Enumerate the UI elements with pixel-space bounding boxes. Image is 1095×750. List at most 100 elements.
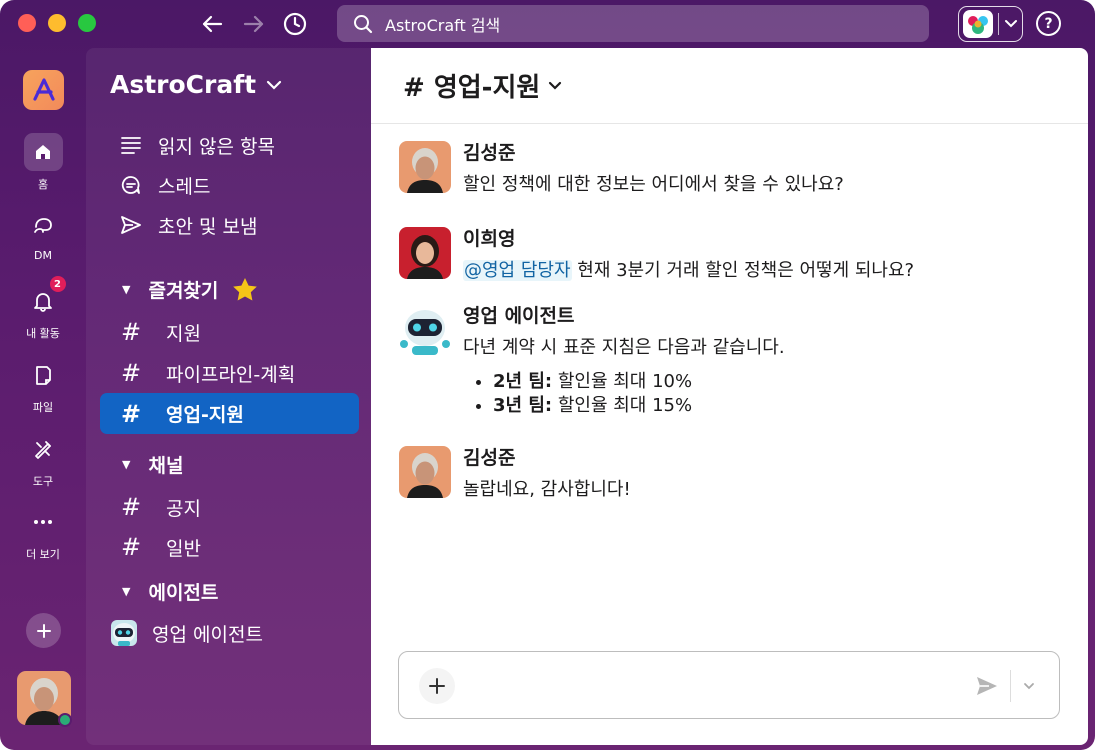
channel-label: 지원 xyxy=(166,322,201,345)
section-agents[interactable]: ▼ 에이전트 xyxy=(122,578,218,605)
sender-name[interactable]: 김성준 xyxy=(463,141,844,165)
hash-icon: # xyxy=(120,359,142,387)
rail-label-dm: DM xyxy=(34,249,52,262)
sidebar-item-drafts[interactable]: 초안 및 보냄 xyxy=(100,206,359,244)
caret-down-icon: ▼ xyxy=(122,283,131,296)
message-text: 놀랍네요, 감사합니다! xyxy=(463,479,631,500)
rail-item-home[interactable]: 홈 xyxy=(0,133,86,192)
sidebar-item-threads[interactable]: 스레드 xyxy=(100,166,359,204)
rail-label-tools: 도구 xyxy=(32,475,54,488)
send-options-button[interactable] xyxy=(1017,674,1041,698)
channel-title-button[interactable]: # 영업-지원 xyxy=(403,67,540,104)
workspace-switcher-divider xyxy=(998,13,999,35)
threads-icon xyxy=(118,174,144,196)
left-rail: 홈 DM 2 내 활동 파일 도구 더 보기 xyxy=(0,48,86,750)
sidebar-item-label: 읽지 않은 항목 xyxy=(158,135,275,158)
attach-button[interactable] xyxy=(419,668,455,704)
channel-item-general[interactable]: # 일반 xyxy=(100,528,359,566)
rail-label-files: 파일 xyxy=(32,401,54,414)
rail-item-more[interactable]: 더 보기 xyxy=(0,503,86,562)
rail-icon-files xyxy=(24,356,63,394)
files-icon xyxy=(36,366,51,385)
rail-item-tools[interactable]: 도구 xyxy=(0,430,86,489)
list-item-bold: 3년 팀: xyxy=(493,395,553,416)
section-favorites[interactable]: ▼ 즐겨찾기 xyxy=(122,276,258,303)
add-workspace-button[interactable] xyxy=(26,613,61,648)
channel-item-sales-support[interactable]: # 영업-지원 xyxy=(100,393,359,434)
sidebar-item-unreads[interactable]: 읽지 않은 항목 xyxy=(100,126,359,164)
sender-avatar[interactable] xyxy=(399,304,451,356)
channel-item-pipeline[interactable]: # 파이프라인-계획 xyxy=(100,354,359,392)
sender-avatar[interactable] xyxy=(399,446,451,498)
plus-icon xyxy=(36,623,51,638)
sender-avatar[interactable] xyxy=(399,227,451,279)
rail-item-dm[interactable]: DM xyxy=(0,206,86,262)
channel-label: 일반 xyxy=(166,537,201,560)
chevron-down-icon[interactable] xyxy=(548,81,562,91)
sender-name[interactable]: 이희영 xyxy=(463,227,914,251)
agent-label: 영업 에이전트 xyxy=(152,623,263,646)
list-item: 2년 팀: 할인율 최대 10% xyxy=(493,370,785,394)
sender-name[interactable]: 영업 에이전트 xyxy=(463,304,785,328)
history-button[interactable] xyxy=(280,9,310,39)
section-title: 에이전트 xyxy=(148,582,219,604)
bullet-list: 2년 팀: 할인율 최대 10% 3년 팀: 할인율 최대 15% xyxy=(463,370,785,418)
tools-icon xyxy=(35,441,51,459)
hash-icon: # xyxy=(120,533,142,561)
user-mention[interactable]: @영업 담당자 xyxy=(463,260,572,281)
rail-icon-home xyxy=(23,133,63,171)
forward-button[interactable] xyxy=(239,9,269,39)
caret-down-icon: ▼ xyxy=(122,458,131,471)
rail-icon-dm xyxy=(24,206,63,244)
composer-divider xyxy=(1010,670,1011,702)
channel-item-support[interactable]: # 지원 xyxy=(100,313,359,351)
message-body: 이희영 @영업 담당자 현재 3분기 거래 할인 정책은 어떻게 되나요? xyxy=(463,227,914,283)
message-body: 김성준 할인 정책에 대한 정보는 어디에서 찾을 수 있나요? xyxy=(463,141,844,197)
section-title: 즐겨찾기 xyxy=(148,280,219,302)
send-button[interactable] xyxy=(973,672,1001,700)
hash-icon: # xyxy=(120,399,142,428)
zoom-window-button[interactable] xyxy=(78,14,96,32)
channel-label: 영업-지원 xyxy=(166,404,244,426)
question-mark-icon: ? xyxy=(1044,15,1053,32)
list-item-text: 할인율 최대 15% xyxy=(552,395,693,416)
search-icon xyxy=(354,14,373,33)
back-button[interactable] xyxy=(197,9,227,39)
channel-label: 파이프라인-계획 xyxy=(166,363,296,386)
main-pane: # 영업-지원 김성준 할인 정책에 대한 정보는 어디에서 찾을 수 있나요? xyxy=(371,48,1088,745)
minimize-window-button[interactable] xyxy=(48,14,66,32)
star-icon xyxy=(233,278,258,301)
sender-avatar[interactable] xyxy=(399,141,451,193)
rail-icon-tools xyxy=(24,430,63,468)
search-bar[interactable]: AstroCraft 검색 xyxy=(337,5,929,42)
message-body: 김성준 놀랍네요, 감사합니다! xyxy=(463,446,631,502)
workspace-name-button[interactable]: AstroCraft xyxy=(110,70,282,99)
rail-item-activity[interactable]: 2 내 활동 xyxy=(0,275,86,341)
agent-item-sales-agent[interactable]: 영업 에이전트 xyxy=(94,614,353,652)
astrocraft-logo-icon xyxy=(32,78,55,101)
rail-label-more: 더 보기 xyxy=(26,548,60,561)
sender-name[interactable]: 김성준 xyxy=(463,446,631,470)
list-item-text: 할인율 최대 10% xyxy=(552,371,693,392)
send-icon xyxy=(977,677,997,695)
workspace-name: AstroCraft xyxy=(110,70,257,99)
message-text: 할인 정책에 대한 정보는 어디에서 찾을 수 있나요? xyxy=(463,174,844,195)
hash-icon: # xyxy=(120,493,142,521)
message-text: 다년 계약 시 표준 지침은 다음과 같습니다. xyxy=(463,337,785,358)
rail-icon-activity: 2 xyxy=(24,275,67,320)
app-window: AstroCraft 검색 ? 홈 DM 2 내 활동 파일 도구 더 보기 A… xyxy=(0,0,1095,750)
workspace-switcher[interactable] xyxy=(958,6,1023,42)
rail-item-files[interactable]: 파일 xyxy=(0,356,86,415)
close-window-button[interactable] xyxy=(18,14,36,32)
app-logo[interactable] xyxy=(23,70,64,110)
home-icon xyxy=(36,145,50,159)
robot-icon xyxy=(399,304,451,356)
rail-label-home: 홈 xyxy=(37,178,49,191)
section-channels[interactable]: ▼ 채널 xyxy=(122,451,183,478)
bell-icon xyxy=(34,293,52,312)
help-button[interactable]: ? xyxy=(1036,11,1061,36)
channel-item-announcements[interactable]: # 공지 xyxy=(100,488,359,526)
message-input[interactable] xyxy=(469,672,949,700)
list-item: 3년 팀: 할인율 최대 15% xyxy=(493,394,785,418)
sender-avatar-image xyxy=(399,446,451,498)
